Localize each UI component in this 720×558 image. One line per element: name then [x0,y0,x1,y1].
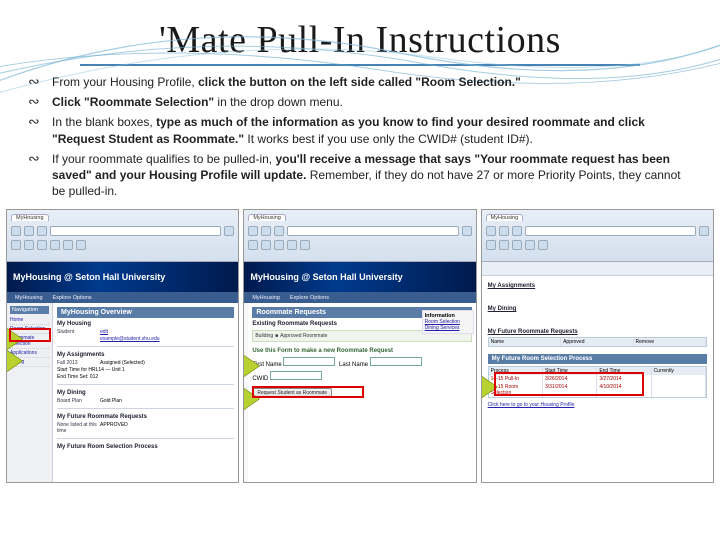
highlight-box [9,328,51,342]
roommate-table: NameApprovedRemove [488,337,707,347]
url-bar [50,226,221,236]
screenshot-2: MyHousing MyHousing @ Seton Hall Univers… [243,209,476,483]
first-name-field [283,357,335,366]
highlight-box [494,372,644,396]
bullet-icon: ∾ [28,94,40,113]
nav-tabs: MyHousingExplore Options [7,292,238,303]
browser-tab: MyHousing [11,214,49,221]
browser-chrome: MyHousing [7,210,238,262]
last-name-field [370,357,422,366]
screenshot-3: MyHousing My Assignments My Dining My Fu… [481,209,714,483]
bullet-icon: ∾ [28,151,40,170]
list-item: ∾In the blank boxes, type as much of the… [38,114,696,146]
arrow-callout [6,350,23,372]
site-banner: MyHousing @ Seton Hall University [7,262,238,292]
bullet-icon: ∾ [28,74,40,93]
main-pane: MyHousing Overview My Housing Studentedi… [53,303,238,482]
profile-link: Click here to go to your Housing Profile [488,402,575,408]
sidebar-item-home: Home [10,316,49,325]
list-item: ∾Click "Roommate Selection" in the drop … [38,94,696,110]
cwid-field [270,371,322,380]
highlight-box [252,386,364,398]
info-sidebar: Information Room Selection Dining Servic… [422,310,474,334]
browser-chrome: MyHousing [482,210,713,262]
title-underline [80,64,640,66]
browser-chrome: MyHousing [244,210,475,262]
instruction-list: ∾From your Housing Profile, click the bu… [0,74,720,199]
bullet-icon: ∾ [28,114,40,133]
slide-title: 'Mate Pull-In Instructions [0,18,720,62]
site-banner: MyHousing @ Seton Hall University [244,262,475,292]
arrow-callout [243,355,260,377]
list-item: ∾If your roommate qualifies to be pulled… [38,151,696,200]
screenshot-1: MyHousing MyHousing @ Seton Hall Univers… [6,209,239,483]
list-item: ∾From your Housing Profile, click the bu… [38,74,696,90]
